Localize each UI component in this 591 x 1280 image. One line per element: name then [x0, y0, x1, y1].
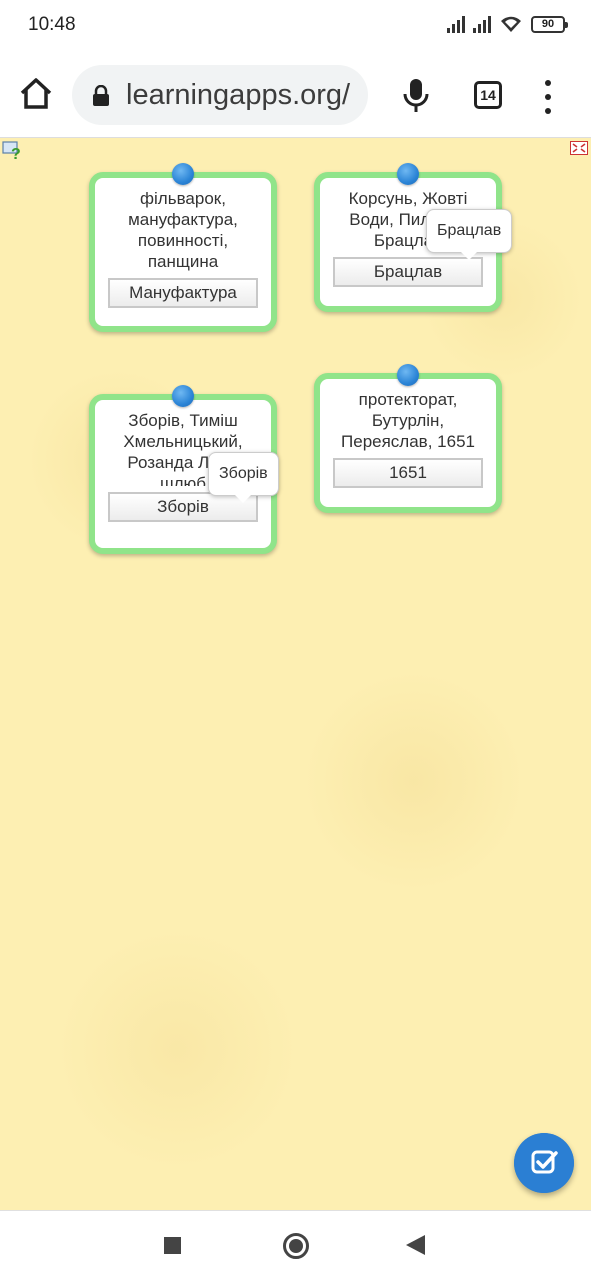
- app-area: ? фільварок, мануфактура, повинності, па…: [0, 138, 591, 1210]
- url-text: learningapps.org/: [126, 79, 351, 111]
- card: протекторат, Бутурлін, Переяслав, 1651 1…: [314, 364, 502, 513]
- answer-field[interactable]: 1651: [333, 458, 483, 488]
- nav-bar: [0, 1210, 591, 1280]
- mic-icon[interactable]: [402, 78, 430, 114]
- status-time: 10:48: [28, 14, 76, 35]
- card: фільварок, мануфактура, повинності, панщ…: [89, 163, 277, 332]
- recents-icon[interactable]: [164, 1237, 181, 1254]
- lock-icon: [93, 85, 109, 106]
- pin-icon: [172, 163, 194, 185]
- wifi-icon: [501, 16, 521, 32]
- signal-icon: [447, 15, 465, 33]
- pin-icon: [397, 163, 419, 185]
- card-text: фільварок, мануфактура, повинності, панщ…: [128, 189, 238, 271]
- home-nav-icon[interactable]: [283, 1233, 309, 1259]
- more-icon[interactable]: [538, 80, 558, 114]
- battery-icon: 90: [531, 15, 568, 33]
- pin-icon: [172, 385, 194, 407]
- status-icons: 90: [447, 15, 568, 33]
- answer-field[interactable]: Брацлав: [333, 257, 483, 287]
- tooltip: Зборів: [208, 452, 279, 503]
- tabs-icon[interactable]: 14: [474, 81, 502, 109]
- signal-icon: [473, 15, 491, 33]
- back-icon[interactable]: [406, 1235, 425, 1255]
- fullscreen-icon[interactable]: [570, 141, 588, 155]
- status-bar: 10:48 90: [0, 0, 591, 52]
- answer-field[interactable]: Мануфактура: [108, 278, 258, 308]
- help-icon[interactable]: ?: [2, 140, 24, 160]
- pin-icon: [397, 364, 419, 386]
- home-icon[interactable]: [18, 76, 54, 112]
- check-icon[interactable]: [514, 1133, 574, 1193]
- svg-text:?: ?: [11, 146, 21, 160]
- address-bar[interactable]: learningapps.org/: [72, 65, 368, 125]
- browser-toolbar: learningapps.org/ 14: [0, 52, 591, 138]
- card-text: протекторат, Бутурлін, Переяслав, 1651: [341, 390, 475, 451]
- tooltip: Брацлав: [426, 209, 513, 260]
